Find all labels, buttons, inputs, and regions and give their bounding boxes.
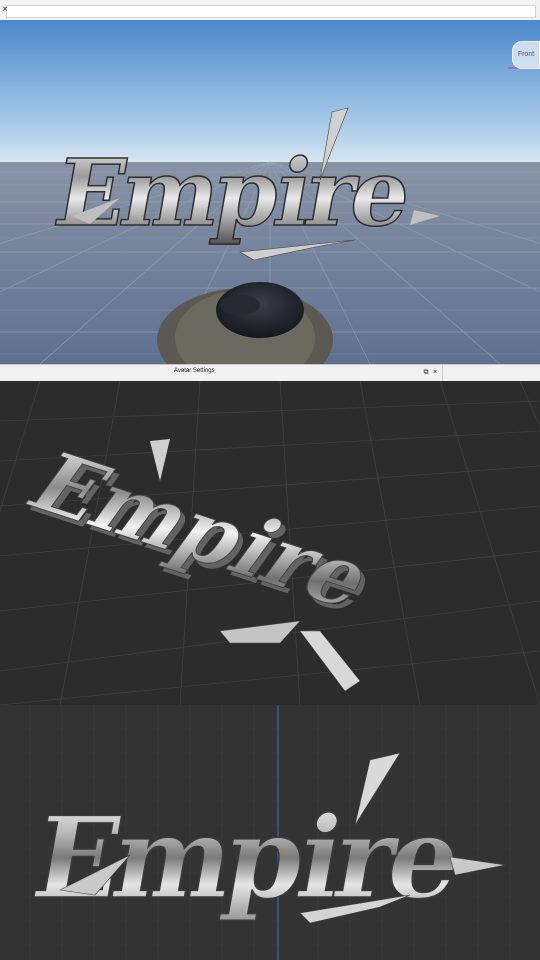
viewport-perspective[interactable]: Empire Empire bbox=[0, 381, 540, 705]
titlebar-region bbox=[0, 365, 443, 381]
panel-title: Avatar Settings bbox=[174, 368, 215, 374]
toolbar-field bbox=[6, 5, 536, 18]
front-grid-render: Empire bbox=[0, 705, 540, 960]
undock-icon[interactable]: ⧉ bbox=[422, 368, 430, 377]
close-icon[interactable]: × bbox=[0, 4, 10, 16]
top-toolbar-strip: × bbox=[0, 0, 540, 21]
empire-logo-top[interactable]: Empire bbox=[0, 20, 540, 364]
logo-text: Empire bbox=[47, 139, 416, 247]
grid-render: Empire Empire bbox=[0, 381, 540, 705]
logo-text: Empire bbox=[24, 792, 467, 924]
viewport-front-orthographic[interactable]: Empire bbox=[0, 705, 540, 960]
close-icon[interactable]: × bbox=[431, 368, 439, 377]
avatar-settings-titlebar: Avatar Settings ⧉ × bbox=[0, 364, 540, 382]
